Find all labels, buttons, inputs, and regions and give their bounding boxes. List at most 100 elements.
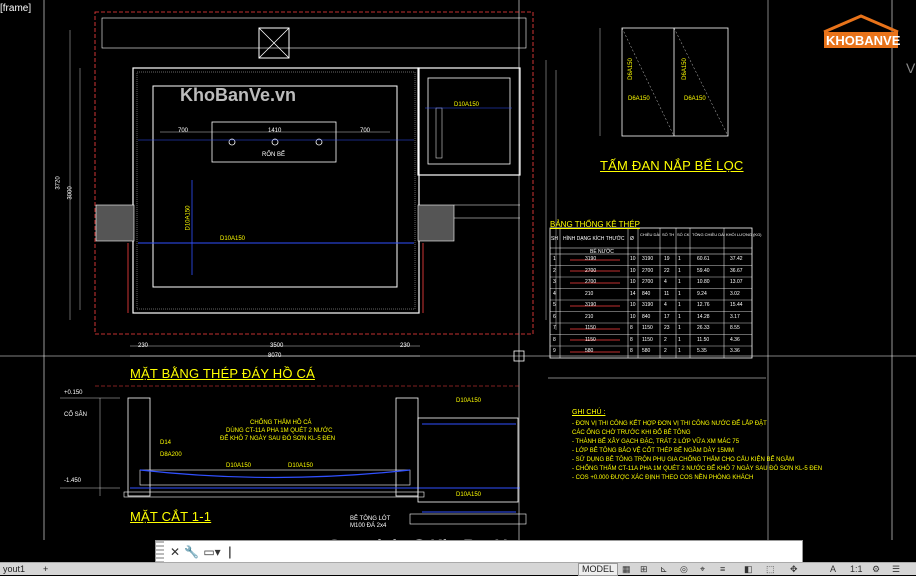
section-rebar-b: D10A150 — [288, 463, 314, 469]
lineweight-icon[interactable]: ≡ — [720, 563, 725, 575]
dim-top-1: 700 — [178, 128, 189, 134]
table-cell: 9.24 — [697, 290, 707, 297]
table-cell: 1 — [678, 336, 681, 343]
table-cell: 22 — [664, 267, 670, 274]
section-rebar-e: D14 — [160, 440, 172, 446]
table-cell: 3.17 — [730, 313, 740, 320]
text-cursor: | — [226, 545, 234, 560]
table-cell: 36.67 — [730, 267, 743, 274]
table-cell: 1150 — [642, 336, 653, 343]
osnap-icon[interactable]: ⌖ — [700, 563, 705, 575]
polar-icon[interactable]: ◎ — [680, 563, 688, 575]
table-cell: 10.80 — [697, 279, 710, 285]
table-subheader: BỂ NƯỚC — [590, 249, 614, 255]
dim-left-2: 3000 — [67, 186, 74, 200]
watermark-center: KhoBanVe.vn — [180, 85, 297, 105]
table-cell: 6 — [553, 313, 556, 320]
dim-total: 8070 — [268, 353, 282, 359]
edge-watermark: V — [906, 60, 916, 76]
section-title: MẶT CẮT 1-1 — [130, 509, 212, 524]
table-cell: 4 — [664, 279, 667, 285]
table-cell: 840 — [642, 290, 651, 297]
wrench-icon[interactable]: 🔧 — [184, 544, 199, 560]
table-header-count: SỐ TH — [662, 232, 675, 237]
table-cell: 10 — [630, 313, 636, 320]
table-cell: 2 — [664, 336, 667, 343]
table-cell: 1 — [678, 302, 681, 308]
note-line: - ĐƠN VỊ THI CÔNG KẾT HỢP ĐƠN VỊ THI CÔN… — [572, 421, 767, 427]
grip-handle-icon[interactable] — [156, 541, 164, 563]
annotation-icon[interactable]: A — [830, 563, 836, 575]
table-cell: 7 — [553, 325, 556, 331]
table-cell: 210 — [585, 313, 594, 320]
center-label: RỐN BỂ — [262, 152, 286, 158]
table-cell: 1 — [678, 348, 681, 354]
table-cell: 1 — [678, 279, 681, 285]
note-line: CÁC ỐNG CHỜ TRƯỚC KHI ĐỔ BÊ TÔNG — [572, 430, 691, 436]
add-layout-button[interactable]: + — [40, 563, 51, 575]
model-button[interactable]: MODEL — [578, 563, 619, 576]
ortho-icon[interactable]: ⊾ — [660, 563, 668, 575]
rebar-label-vertical: D10A150 — [185, 205, 192, 231]
cover-rebar-left-b: D6A150 — [628, 96, 650, 102]
dim-bottom-3: 230 — [400, 343, 411, 349]
table-header-length: CHIỀU DÀI — [640, 232, 661, 237]
table-cell: 37.42 — [730, 256, 743, 262]
table-cell: 4.36 — [730, 336, 740, 343]
drawing-canvas[interactable]: [frame] 700 1410 700 RỐN BỂ D10A150 D10A… — [0, 0, 916, 562]
table-cell: 580 — [642, 348, 651, 354]
table-cell: 1150 — [585, 336, 596, 343]
close-icon[interactable]: ✕ — [168, 544, 182, 560]
table-header-weight: KHỐI LƯỢNG (KG) — [726, 232, 762, 237]
table-cell: 10 — [630, 279, 636, 285]
transparency-icon[interactable]: ◧ — [744, 563, 753, 575]
table-cell: 8 — [553, 336, 556, 343]
table-cell: 14 — [630, 290, 636, 297]
table-cell: 2700 — [585, 279, 597, 285]
table-cell: 2700 — [585, 267, 597, 274]
table-cell: 210 — [585, 290, 594, 297]
table-cell: 3190 — [585, 302, 597, 308]
table-cell: 1 — [678, 290, 681, 297]
table-cell: 5.35 — [697, 348, 707, 354]
annotation-scale[interactable]: 1:1 — [850, 563, 863, 575]
settings-icon[interactable]: ⚙ — [872, 563, 880, 575]
plan-title: MẶT BẰNG THÉP ĐÁY HỒ CÁ — [130, 366, 315, 381]
note-line: - COS +0.000 ĐƯỢC XÁC ĐỊNH THEO COS NỀN … — [572, 475, 754, 481]
tab-layout1[interactable]: yout1 — [0, 563, 28, 575]
table-cell: 5 — [553, 302, 556, 308]
snap-icon[interactable]: ⊞ — [640, 563, 648, 575]
note-line: - SỬ DỤNG BÊ TÔNG TRỘN PHỤ GIA CHỐNG THẤ… — [572, 457, 795, 463]
dim-left: 3720 — [55, 176, 62, 190]
table-cell: 3.36 — [730, 348, 740, 354]
table-cell: 12.76 — [697, 302, 710, 308]
table-cell: 9 — [553, 348, 556, 354]
table-cell: 1 — [678, 256, 681, 262]
table-cell: 11.50 — [697, 336, 710, 343]
table-cell: 1 — [678, 325, 681, 331]
watermark-logo: KHOBANVE — [818, 14, 904, 52]
level-co: CỐ SÂN — [64, 412, 88, 418]
rebar-label-main: D10A150 — [220, 236, 246, 242]
table-cell: 3 — [553, 279, 556, 285]
command-line-bar[interactable]: ✕ 🔧 ▭▾ | — [155, 540, 803, 564]
waterproof-note-1: CHỐNG THẤM HỒ CÁ — [250, 420, 312, 426]
table-header-sh: SH — [551, 236, 558, 242]
table-cell: 1150 — [642, 325, 653, 331]
table-header-total: TỔNG CHIỀU DÀI — [692, 232, 725, 237]
table-cell: 580 — [585, 348, 594, 354]
level-top: +0.150 — [64, 390, 83, 396]
menu-icon[interactable]: ☰ — [892, 563, 900, 575]
table-cell: 2 — [553, 267, 556, 274]
grid-icon[interactable]: ▦ — [622, 563, 631, 575]
table-cell: 8.55 — [730, 325, 740, 331]
selection-icon[interactable]: ⬚ — [766, 563, 775, 575]
table-cell: 15.44 — [730, 302, 743, 308]
section-rebar-c: D8A200 — [160, 452, 182, 458]
table-cell: 4 — [664, 302, 667, 308]
gizmo-icon[interactable]: ✥ — [790, 563, 798, 575]
dim-bottom-2: 3500 — [270, 343, 284, 349]
table-cell: 10 — [630, 267, 636, 274]
table-cell: 2 — [664, 348, 667, 354]
command-prompt-icon[interactable]: ▭▾ — [202, 544, 222, 560]
